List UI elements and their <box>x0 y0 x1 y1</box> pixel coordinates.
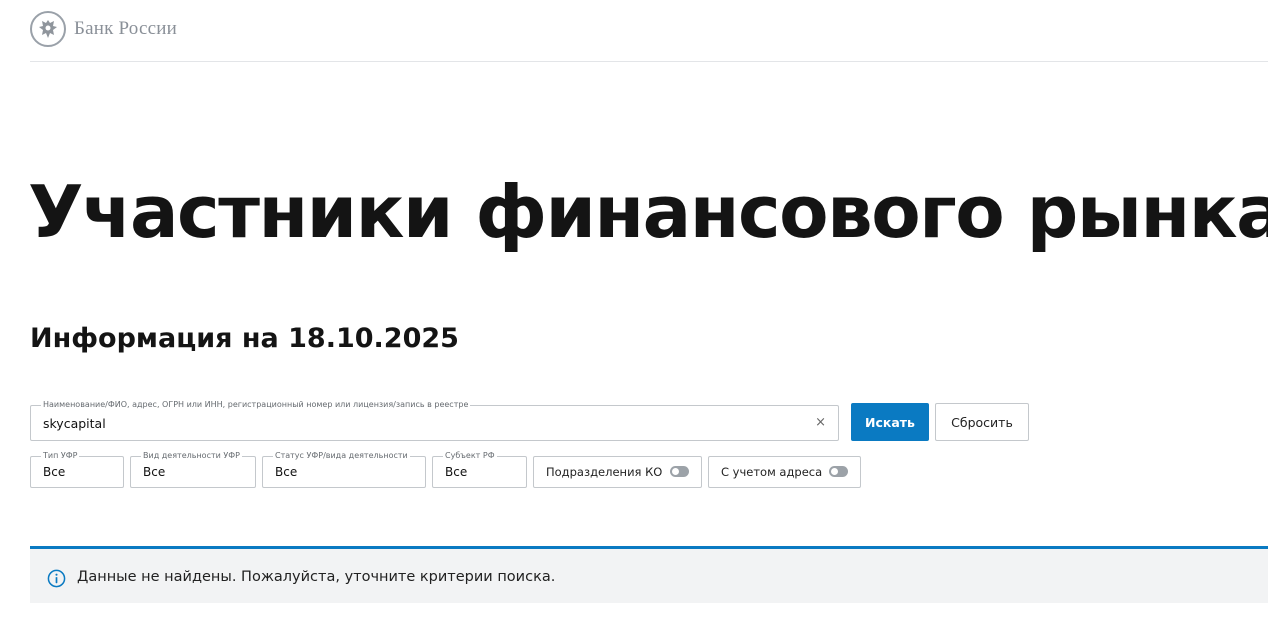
clear-search-icon[interactable]: × <box>815 415 826 431</box>
toggle-switch-icon[interactable] <box>670 466 689 477</box>
info-date-heading: Информация на 18.10.2025 <box>30 323 459 354</box>
filter-label: Субъект РФ <box>443 451 497 461</box>
filter-label: Тип УФР <box>41 451 80 461</box>
no-results-notice: Данные не найдены. Пожалуйста, уточните … <box>30 546 1268 603</box>
filter-region-select[interactable]: Субъект РФ Все <box>432 451 527 488</box>
reset-button[interactable]: Сбросить <box>935 403 1029 441</box>
eagle-emblem-icon <box>30 11 66 47</box>
search-button[interactable]: Искать <box>851 403 929 441</box>
toggle-label: С учетом адреса <box>721 465 823 479</box>
filter-ufr-type-select[interactable]: Тип УФР Все <box>30 451 124 488</box>
search-input[interactable]: Наименование/ФИО, адрес, ОГРН или ИНН, р… <box>30 400 839 441</box>
search-input-value[interactable]: skycapital <box>43 416 106 431</box>
address-toggle[interactable]: С учетом адреса <box>708 456 861 488</box>
search-input-label: Наименование/ФИО, адрес, ОГРН или ИНН, р… <box>41 400 471 410</box>
filter-status-select[interactable]: Статус УФР/вида деятельности Все <box>262 451 426 488</box>
info-icon <box>47 569 66 588</box>
filter-value: Все <box>275 465 298 479</box>
filter-label: Статус УФР/вида деятельности <box>273 451 410 461</box>
filter-value: Все <box>143 465 166 479</box>
filter-activity-kind-select[interactable]: Вид деятельности УФР Все <box>130 451 256 488</box>
bank-logo[interactable]: Банк России <box>30 11 177 47</box>
page-title: Участники финансового рынка <box>28 170 1268 254</box>
notice-text: Данные не найдены. Пожалуйста, уточните … <box>77 569 556 585</box>
site-header: Банк России <box>30 0 1268 62</box>
toggle-switch-icon[interactable] <box>829 466 848 477</box>
filter-value: Все <box>43 465 66 479</box>
filter-label: Вид деятельности УФР <box>141 451 242 461</box>
filter-value: Все <box>445 465 468 479</box>
branches-toggle[interactable]: Подразделения КО <box>533 456 702 488</box>
toggle-label: Подразделения КО <box>546 465 663 479</box>
logo-text: Банк России <box>74 18 177 39</box>
